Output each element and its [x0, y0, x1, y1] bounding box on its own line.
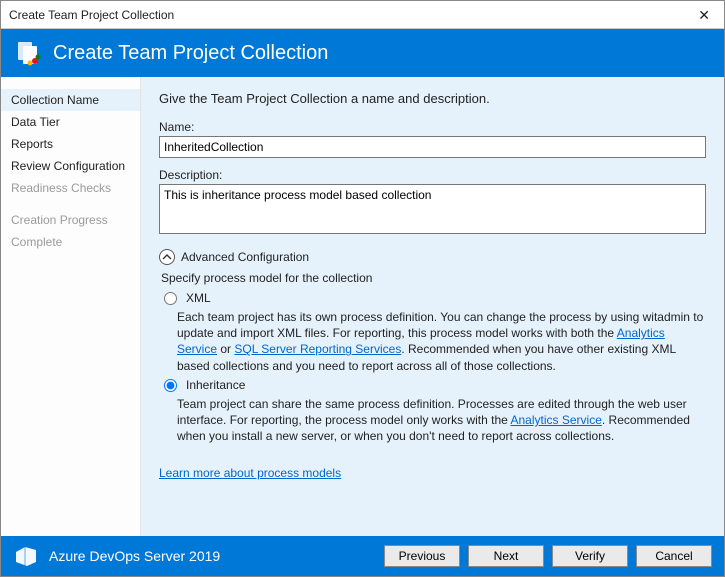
banner: Create Team Project Collection [1, 29, 724, 77]
option-inheritance: Inheritance [159, 378, 706, 392]
inheritance-radio[interactable] [164, 379, 177, 392]
main-panel: Give the Team Project Collection a name … [141, 77, 724, 536]
xml-radio[interactable] [164, 292, 177, 305]
sql-server-reporting-services-link[interactable]: SQL Server Reporting Services [234, 342, 401, 356]
learn-more-link[interactable]: Learn more about process models [159, 466, 341, 480]
sidebar-item-data-tier[interactable]: Data Tier [1, 111, 140, 133]
description-input[interactable]: This is inheritance process model based … [159, 184, 706, 234]
name-label: Name: [159, 120, 706, 134]
inheritance-title: Inheritance [186, 378, 706, 392]
analytics-service-link-2[interactable]: Analytics Service [511, 413, 602, 427]
sidebar-item-review-configuration[interactable]: Review Configuration [1, 155, 140, 177]
footer: Azure DevOps Server 2019 Previous Next V… [1, 536, 724, 576]
xml-description: Each team project has its own process de… [177, 309, 706, 374]
chevron-up-icon [159, 249, 175, 265]
product-name: Azure DevOps Server 2019 [49, 548, 220, 564]
next-button[interactable]: Next [468, 545, 544, 567]
footer-buttons: Previous Next Verify Cancel [384, 545, 712, 567]
cancel-button[interactable]: Cancel [636, 545, 712, 567]
sidebar-item-readiness-checks: Readiness Checks [1, 177, 140, 199]
instruction-text: Give the Team Project Collection a name … [159, 91, 706, 106]
advanced-configuration-label: Advanced Configuration [181, 250, 309, 264]
sidebar-item-complete: Complete [1, 231, 140, 253]
inheritance-description: Team project can share the same process … [177, 396, 706, 445]
sidebar-item-creation-progress: Creation Progress [1, 209, 140, 231]
collection-icon [15, 39, 43, 67]
sidebar-item-label: Complete [11, 235, 62, 249]
sidebar-item-label: Readiness Checks [11, 181, 111, 195]
window: Create Team Project Collection ✕ Create … [0, 0, 725, 577]
specify-process-model-label: Specify process model for the collection [161, 271, 706, 285]
sidebar-item-label: Review Configuration [11, 159, 125, 173]
close-icon[interactable]: ✕ [692, 6, 716, 24]
learn-more-row: Learn more about process models [159, 466, 706, 480]
titlebar: Create Team Project Collection ✕ [1, 1, 724, 29]
advanced-configuration-toggle[interactable]: Advanced Configuration [159, 249, 706, 265]
sidebar-item-label: Reports [11, 137, 53, 151]
xml-title: XML [186, 291, 706, 305]
footer-left: Azure DevOps Server 2019 [13, 543, 374, 569]
verify-button[interactable]: Verify [552, 545, 628, 567]
azure-devops-icon [13, 543, 39, 569]
window-title: Create Team Project Collection [9, 8, 174, 22]
previous-button[interactable]: Previous [384, 545, 460, 567]
description-label: Description: [159, 168, 706, 182]
sidebar-item-label: Creation Progress [11, 213, 108, 227]
banner-title: Create Team Project Collection [53, 42, 328, 65]
name-input[interactable] [159, 136, 706, 158]
sidebar: Collection Name Data Tier Reports Review… [1, 77, 141, 536]
sidebar-separator [1, 199, 140, 209]
sidebar-item-collection-name[interactable]: Collection Name [1, 89, 140, 111]
body: Collection Name Data Tier Reports Review… [1, 77, 724, 536]
sidebar-item-label: Data Tier [11, 115, 60, 129]
sidebar-item-reports[interactable]: Reports [1, 133, 140, 155]
option-xml: XML [159, 291, 706, 305]
sidebar-item-label: Collection Name [11, 93, 99, 107]
